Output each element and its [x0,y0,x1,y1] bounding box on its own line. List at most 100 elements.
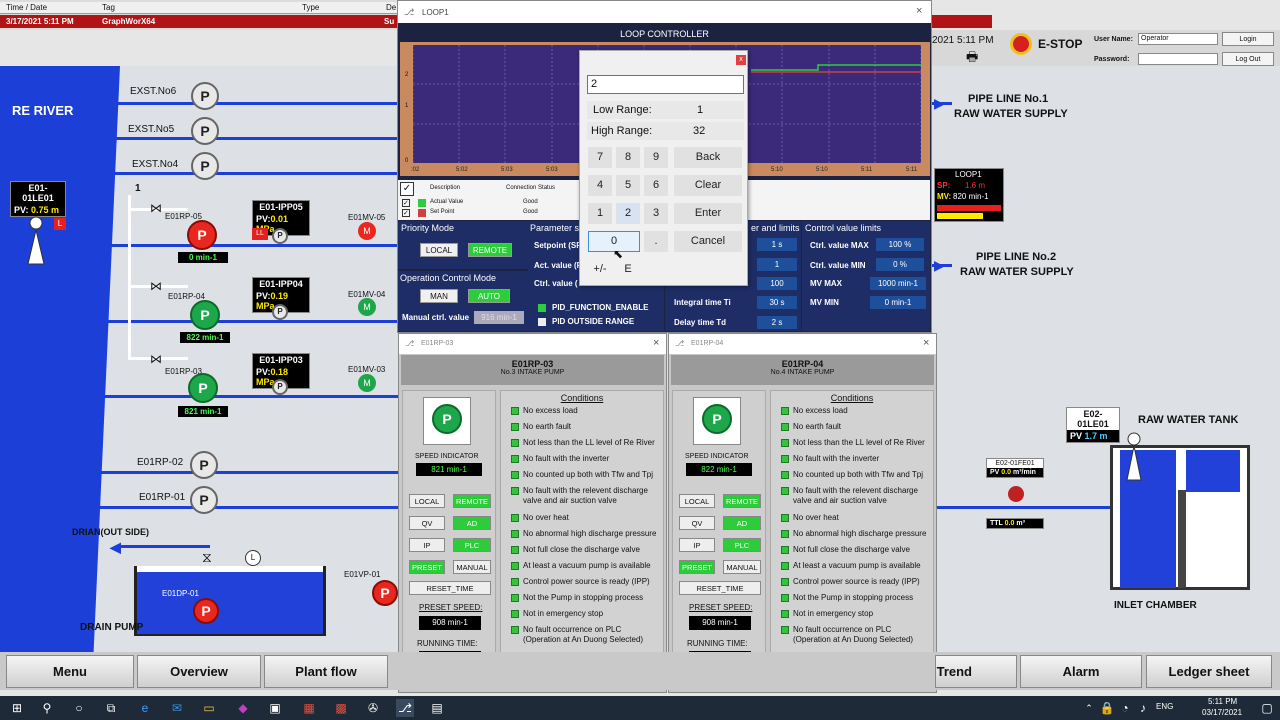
task-view-icon[interactable]: ⧉ [102,699,120,717]
pump04-icon[interactable]: P [190,300,220,330]
auto-button[interactable]: AUTO [468,289,510,303]
network-icon[interactable]: 🔒 [1098,699,1116,717]
pump03-icon[interactable]: P [188,373,218,403]
preset-speed-value[interactable]: 908 min-1 [419,616,481,630]
loop-window-title[interactable]: LOOP1 [398,1,931,23]
key-dot[interactable]: . [644,231,668,252]
clear-button[interactable]: Clear [674,175,742,196]
level-tag[interactable]: E01-01LE01 PV: 0.75 m [10,181,66,217]
taskbar-time[interactable]: 5:11 PM [1208,697,1237,706]
back-button[interactable]: Back [674,147,742,168]
mv03-icon[interactable]: M [358,374,376,392]
integral-value[interactable]: 30 s [757,296,797,309]
tank-level-transmitter-icon[interactable] [1122,432,1146,482]
legend-setpoint-checkbox[interactable]: ✓ [402,209,410,217]
valve-03-icon[interactable]: ⋈ [150,352,162,366]
priority-remote-button[interactable]: REMOTE [468,243,512,257]
drain-valve-icon[interactable]: ⧖ [202,549,212,566]
vacuum-pump-icon[interactable]: P [372,580,398,606]
manual-button[interactable]: MANUAL [453,560,491,574]
plc-button[interactable]: PLC [453,538,491,552]
app-icon-5[interactable]: ▤ [428,699,446,717]
param-1[interactable]: 1 s [757,238,797,251]
preset-button[interactable]: PRESET [409,560,445,574]
key-4[interactable]: 4 [588,175,612,196]
scada-app-icon[interactable]: ⎇ [396,699,414,717]
numeric-keypad[interactable]: x 2 Low Range: 1 High Range: 32 7 8 9 Ba… [579,50,748,286]
manual-button[interactable]: MANUAL [723,560,761,574]
logout-button[interactable]: Log Out [1222,52,1274,66]
preset-speed-value[interactable]: 908 min-1 [689,616,751,630]
nav-plant-flow[interactable]: Plant flow [264,655,388,688]
key-1[interactable]: 1 [588,203,612,224]
key-plus-minus[interactable]: +/- [588,259,612,279]
app-icon-3[interactable]: ▩ [332,699,350,717]
key-7[interactable]: 7 [588,147,612,168]
key-5[interactable]: 5 [616,175,640,196]
pump-window-title[interactable]: E01RP-03 [399,334,666,354]
man-button[interactable]: MAN [420,289,458,303]
wifi-icon[interactable]: ◔ [1116,699,1134,717]
cancel-button[interactable]: Cancel [674,231,742,252]
tank-level-tag[interactable]: E02-01LE01 PV 1.7 m [1066,407,1120,443]
priority-local-button[interactable]: LOCAL [420,243,458,257]
pump01-icon[interactable]: P [190,486,218,514]
legend-actual-checkbox[interactable]: ✓ [402,199,410,207]
local-button[interactable]: LOCAL [409,494,445,508]
pump-window-title[interactable]: E01RP-04 [669,334,936,354]
estop-icon[interactable] [1010,33,1032,55]
remote-button[interactable]: REMOTE [723,494,761,508]
notification-icon[interactable]: ▢ [1258,699,1276,717]
keypad-close-button[interactable]: x [736,55,746,65]
manual-ctrl-value[interactable]: 916 min-1 [474,311,524,324]
cortana-icon[interactable]: ○ [70,699,88,717]
flow-meter-icon[interactable] [1008,486,1024,502]
password-field[interactable] [1138,53,1218,65]
keypad-input[interactable]: 2 [587,75,744,94]
ad-button[interactable]: AD [453,516,491,530]
col-desc[interactable]: De [386,3,396,12]
app-icon-4[interactable]: ✇ [364,699,382,717]
key-exponent[interactable]: E [616,259,640,279]
key-8[interactable]: 8 [616,147,640,168]
windows-start-icon[interactable]: ⊞ [8,699,26,717]
col-tag[interactable]: Tag [102,3,115,12]
key-2[interactable]: 2 [616,203,640,224]
language-indicator[interactable]: ENG [1156,702,1173,711]
level-transmitter-icon[interactable] [24,216,50,266]
ipp03-gauge-icon[interactable]: P [272,379,288,395]
alarm-row[interactable]: 3/17/2021 5:11 PM GraphWorX64 Su [0,15,400,28]
valve-05-icon[interactable]: ⋈ [150,201,162,215]
volume-icon[interactable]: ♪ [1134,699,1152,717]
mv-min-value[interactable]: 0 min-1 [870,296,926,309]
reset-time-button[interactable]: RESET_TIME [679,581,761,595]
outlook-icon[interactable]: ✉ [168,699,186,717]
param-3[interactable]: 100 [757,277,797,290]
tray-chevron-icon[interactable]: ⌃ [1080,699,1098,717]
nav-alarm[interactable]: Alarm [1020,655,1142,688]
qv-button[interactable]: QV [679,516,715,530]
preset-button[interactable]: PRESET [679,560,715,574]
app-icon-2[interactable]: ▦ [300,699,318,717]
loop-close-icon[interactable]: × [916,5,922,17]
nav-overview[interactable]: Overview [137,655,261,688]
nav-menu[interactable]: Menu [6,655,134,688]
valve-04-icon[interactable]: ⋈ [150,279,162,293]
plc-button[interactable]: PLC [723,538,761,552]
reset-time-button[interactable]: RESET_TIME [409,581,491,595]
cv-max-value[interactable]: 100 % [876,238,924,251]
drain-level-icon[interactable]: L [245,550,261,566]
key-9[interactable]: 9 [644,147,668,168]
param-2[interactable]: 1 [757,258,797,271]
pump-window-close-icon[interactable]: × [923,337,929,349]
key-6[interactable]: 6 [644,175,668,196]
edge-icon[interactable]: e [136,699,154,717]
col-time[interactable]: Time / Date [6,3,47,12]
totalizer-tag[interactable]: TTL 0.0 m³ [986,518,1044,529]
ad-button[interactable]: AD [723,516,761,530]
qv-button[interactable]: QV [409,516,445,530]
legend-select-all-checkbox[interactable]: ✓ [400,182,414,196]
pump-window[interactable]: E01RP-03 ⎇ × E01RP-03 No.3 INTAKE PUMP P S… [398,333,667,693]
search-icon[interactable]: ⚲ [38,699,56,717]
pump-window-close-icon[interactable]: × [653,337,659,349]
